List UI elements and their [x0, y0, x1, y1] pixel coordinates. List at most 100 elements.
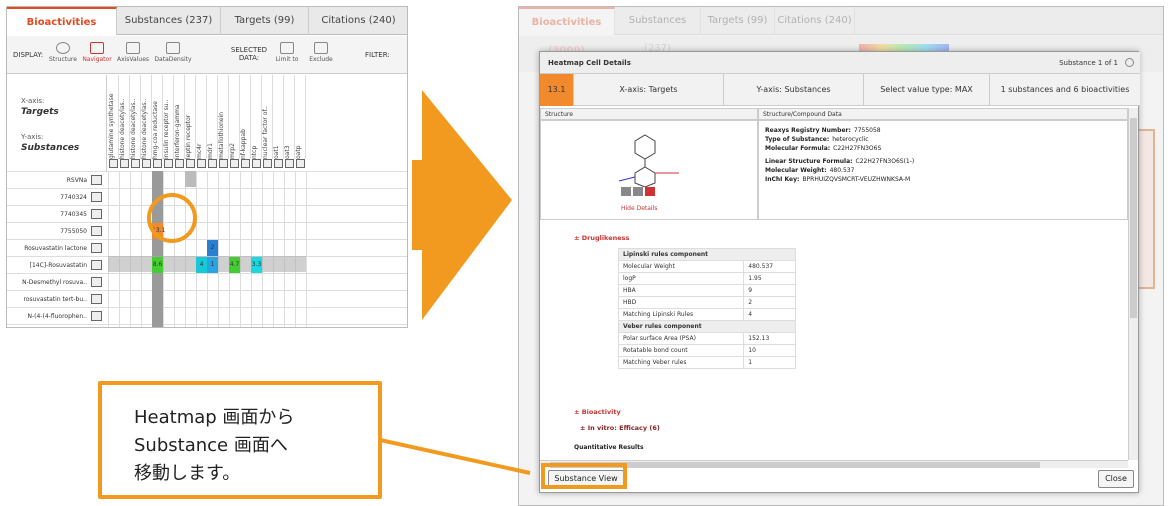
- axis-values-button[interactable]: AxisValues: [115, 42, 151, 63]
- x-axis-value: Targets: [21, 107, 59, 117]
- grid-line: [251, 171, 252, 327]
- structure-button[interactable]: Structure: [47, 42, 79, 63]
- row-dropdown-icon[interactable]: [91, 243, 102, 253]
- close-button[interactable]: Close: [1098, 470, 1134, 488]
- list-icon[interactable]: [621, 187, 631, 196]
- column-dropdown-icon[interactable]: [219, 159, 228, 168]
- property-value: 10: [743, 344, 796, 357]
- pager: Substance 1 of 1: [1059, 59, 1118, 67]
- heat-cell[interactable]: 8.6: [152, 257, 163, 273]
- column-dropdown-icon[interactable]: [230, 159, 239, 168]
- row-dropdown-icon[interactable]: [91, 260, 102, 270]
- cell-summary-row: 13.1 X-axis: Targets Y-axis: Substances …: [540, 74, 1140, 106]
- property-value: 2: [743, 296, 796, 309]
- column-dropdown-icon[interactable]: [142, 159, 151, 168]
- property-value: 4: [743, 308, 796, 321]
- tab-citations[interactable]: Citations (240): [309, 7, 407, 35]
- grid-line: [284, 171, 285, 327]
- grid-line: [196, 171, 197, 327]
- row-dropdown-icon[interactable]: [91, 311, 102, 321]
- bioactivity-toggle[interactable]: ± Bioactivity: [574, 408, 621, 416]
- column-header: mc4r: [196, 75, 207, 159]
- tab-substances[interactable]: Substances (237): [117, 7, 221, 35]
- grid-line: [108, 171, 109, 327]
- column-dropdown-icon[interactable]: [263, 159, 272, 168]
- compound-field-value: C22H27FN3O6S: [833, 145, 882, 152]
- heat-cell[interactable]: 4: [196, 257, 207, 273]
- property-name: Matching Veber rules: [617, 356, 745, 369]
- column-dropdown-icon[interactable]: [131, 159, 140, 168]
- column-dropdown-icon[interactable]: [208, 159, 217, 168]
- navigator-icon: [90, 42, 104, 54]
- value-type-select[interactable]: Select value type: MAX: [864, 74, 990, 106]
- row-dropdown-icon[interactable]: [91, 192, 102, 202]
- filter-label: FILTER:: [365, 51, 390, 59]
- row-label: 7740345: [60, 211, 87, 218]
- column-dropdown-icon[interactable]: [175, 159, 184, 168]
- heat-cell[interactable]: 1: [207, 257, 218, 273]
- quantitative-results-label: Quantitative Results: [574, 444, 644, 451]
- grid-line: [218, 171, 219, 327]
- structure-cell: Hide Details: [540, 120, 758, 220]
- column-dropdown-icon[interactable]: [274, 159, 283, 168]
- horizontal-scrollbar[interactable]: [540, 460, 1128, 468]
- table-row: HBD 2: [617, 296, 796, 309]
- search-icon[interactable]: [633, 187, 643, 196]
- row-label: 7740324: [60, 194, 87, 201]
- row-dropdown-icon[interactable]: [91, 294, 102, 304]
- tab-targets[interactable]: Targets (99): [221, 7, 309, 35]
- heat-cell[interactable]: 4.7: [229, 257, 240, 273]
- row-label: rosuvastatin tert-bu..: [23, 296, 87, 303]
- column-dropdown-icon[interactable]: [153, 159, 162, 168]
- column-header: glutamine synthetase: [108, 75, 119, 159]
- limit-to-button[interactable]: Limit to: [271, 42, 303, 63]
- invitro-toggle[interactable]: ± In vitro: Efficacy (6): [580, 424, 660, 432]
- grid-line: [119, 171, 120, 327]
- navigator-button[interactable]: Navigator: [81, 42, 113, 63]
- column-header: insulin receptor su..: [163, 75, 174, 159]
- column-dropdown-icon[interactable]: [164, 159, 173, 168]
- x-axis-info: X-axis: Targets: [574, 74, 724, 106]
- column-dropdown-icon[interactable]: [241, 159, 250, 168]
- compound-field: Molecular Formula: C22H27FN3O6S: [765, 145, 881, 152]
- table-row: Matching Veber rules 1: [617, 356, 796, 369]
- property-name: logP: [617, 272, 745, 285]
- callout-line-3: 移動します。: [134, 463, 241, 484]
- druglikeness-toggle[interactable]: ± Druglikeness: [574, 234, 629, 242]
- limit-icon: [280, 42, 294, 54]
- compound-field-value: heterocyclic: [832, 136, 869, 143]
- property-name: Polar surface Area (PSA): [617, 332, 745, 345]
- property-name: Matching Lipinski Rules: [617, 308, 745, 321]
- column-dropdown-icon[interactable]: [197, 159, 206, 168]
- exclude-icon: [314, 42, 328, 54]
- callout-line-2: Substance 画面へ: [134, 435, 288, 456]
- data-density-button[interactable]: DataDensity: [153, 42, 193, 63]
- synthesis-icon[interactable]: [645, 187, 655, 196]
- tab-bar: Bioactivities (3000) Substances (237) Ta…: [7, 7, 407, 56]
- row-dropdown-icon[interactable]: [91, 277, 102, 287]
- column-dropdown-icon[interactable]: [186, 159, 195, 168]
- heat-cell[interactable]: [185, 171, 196, 187]
- column-dropdown-icon[interactable]: [285, 159, 294, 168]
- column-dropdown-icon[interactable]: [109, 159, 118, 168]
- compound-field: Type of Substance: heterocyclic: [765, 136, 869, 143]
- row-dropdown-icon[interactable]: [91, 175, 102, 185]
- close-icon[interactable]: [1125, 58, 1134, 67]
- druglikeness-table: Lipinski rules component Molecular Weight…: [617, 248, 796, 369]
- compound-data-cell: Reaxys Registry Number: 7755058 Type of Su…: [758, 120, 1128, 220]
- tab-bioactivities[interactable]: Bioactivities (3000): [7, 7, 117, 56]
- column-header: oatp: [295, 75, 306, 159]
- column-dropdown-icon[interactable]: [252, 159, 261, 168]
- column-dropdown-icon[interactable]: [296, 159, 305, 168]
- property-value: 480.537: [743, 260, 796, 273]
- grid-line: [229, 171, 230, 327]
- exclude-button[interactable]: Exclude: [305, 42, 337, 63]
- heat-cell[interactable]: 3.3: [251, 257, 262, 273]
- column-dropdown-icon[interactable]: [120, 159, 129, 168]
- vertical-scrollbar[interactable]: [1128, 108, 1138, 460]
- hide-details-link[interactable]: Hide Details: [621, 205, 657, 212]
- grid-line: [185, 171, 186, 327]
- heat-cell[interactable]: 2: [207, 240, 218, 256]
- row-dropdown-icon[interactable]: [91, 226, 102, 236]
- row-dropdown-icon[interactable]: [91, 209, 102, 219]
